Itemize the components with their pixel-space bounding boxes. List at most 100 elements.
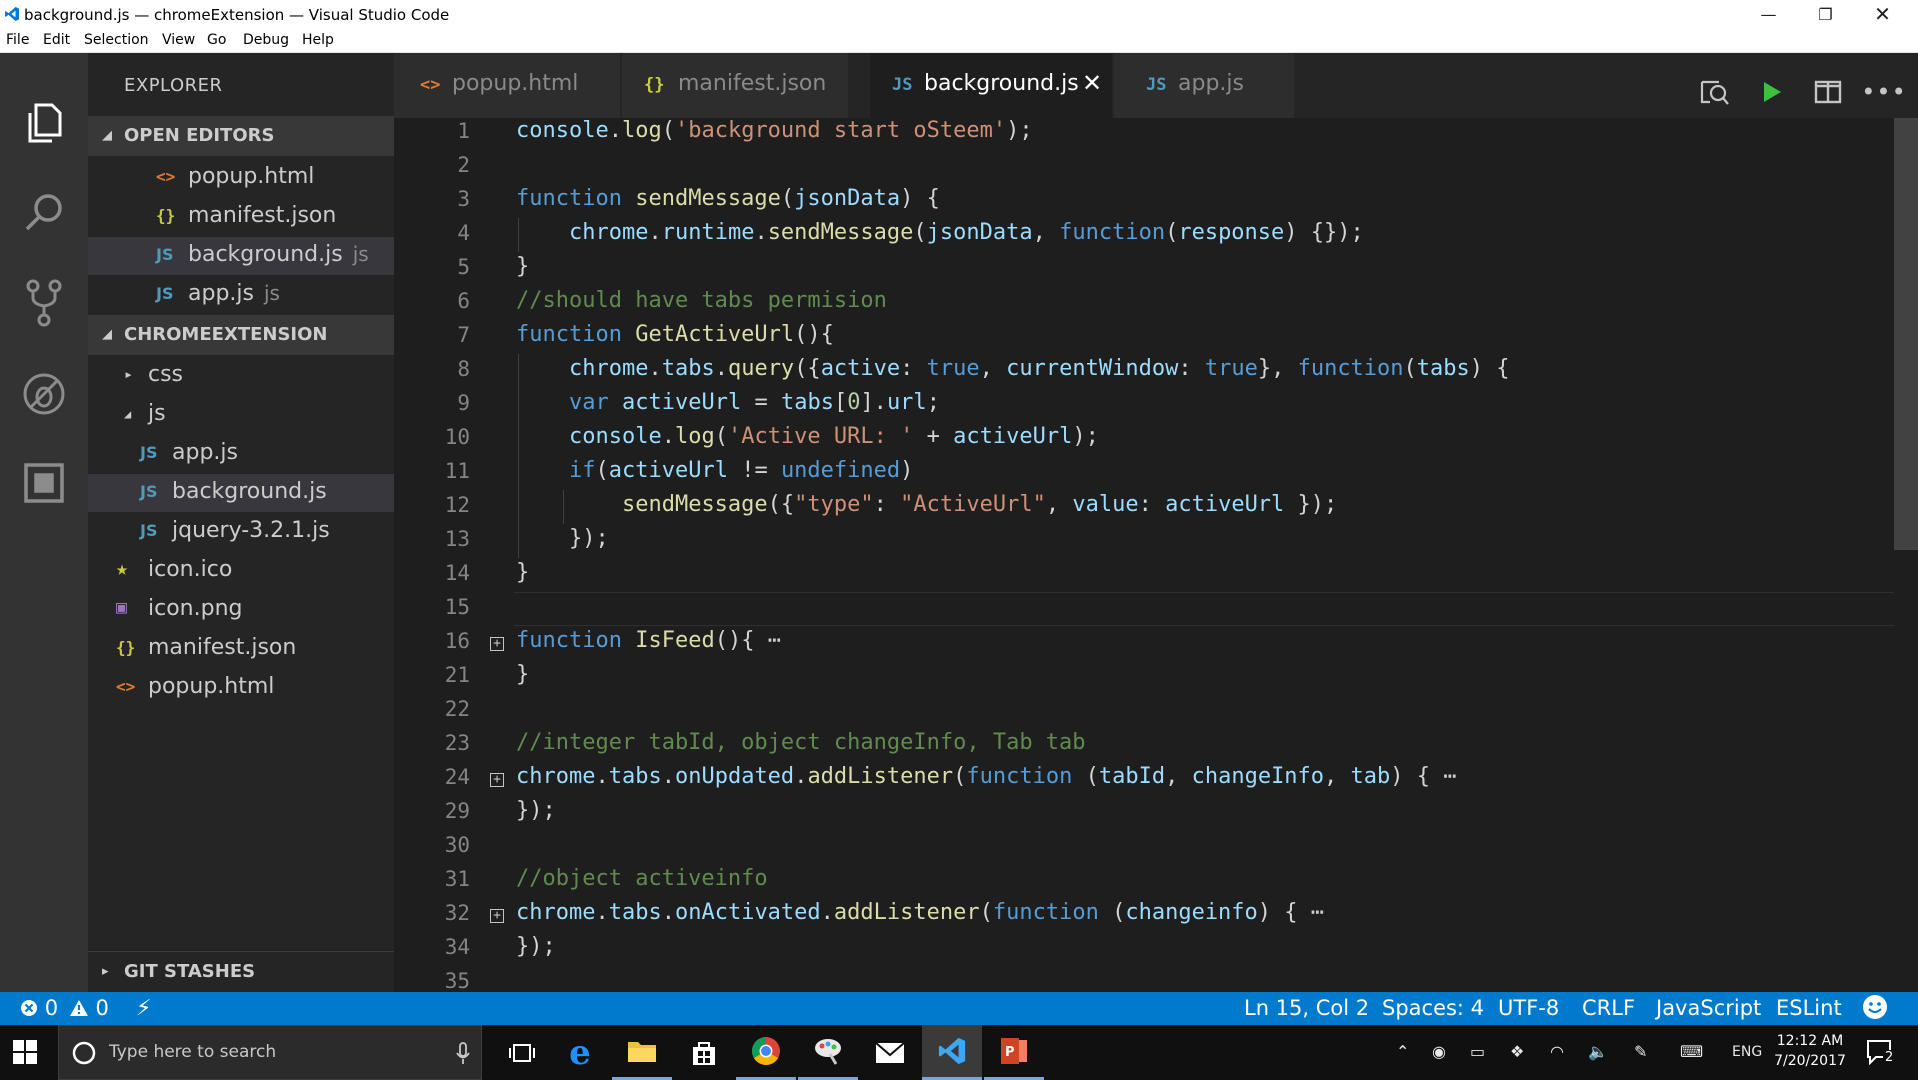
code-line[interactable]: 14} — [394, 558, 1894, 592]
keyboard-icon[interactable]: ⌨ — [1680, 1042, 1703, 1061]
show-hidden-icons-icon[interactable]: ⌃ — [1396, 1042, 1409, 1061]
source-control-icon[interactable] — [16, 275, 72, 331]
tree-file-popup-html[interactable]: <> popup.html — [88, 669, 394, 707]
vscode-taskbar-icon[interactable] — [922, 1025, 982, 1080]
debug-icon[interactable] — [16, 366, 72, 422]
chrome-icon[interactable] — [736, 1025, 796, 1080]
code-line[interactable]: 12 sendMessage({"type": "ActiveUrl", val… — [394, 490, 1894, 524]
code-line[interactable]: 7 function GetActiveUrl(){ — [394, 320, 1894, 354]
tree-file-app-js[interactable]: JS app.js — [88, 435, 394, 473]
code-line[interactable]: 31 //object activeinfo — [394, 864, 1894, 898]
code-line[interactable]: 30 — [394, 830, 1894, 864]
language-mode[interactable]: JavaScript — [1656, 996, 1761, 1020]
menu-edit[interactable]: Edit — [43, 32, 70, 48]
code-editor[interactable]: 1 console.log('background start oSteem');… — [394, 118, 1918, 992]
code-line[interactable]: 22 — [394, 694, 1894, 728]
fold-expand-icon[interactable]: + — [490, 637, 504, 651]
tab-popup-html[interactable]: <> popup.html — [394, 53, 620, 118]
split-editor-icon[interactable] — [1808, 72, 1848, 112]
indentation-setting[interactable]: Spaces: 4 — [1382, 996, 1484, 1020]
code-line[interactable]: 11 if(activeUrl != undefined) — [394, 456, 1894, 490]
code-line[interactable]: 23 //integer tabId, object changeInfo, Ta… — [394, 728, 1894, 762]
open-editor-manifest-json[interactable]: {} manifest.json — [88, 198, 394, 236]
close-tab-icon[interactable]: ✕ — [1082, 69, 1102, 97]
code-line[interactable]: 16 + function IsFeed(){ ⋯ — [394, 626, 1894, 660]
encoding-setting[interactable]: UTF-8 — [1498, 996, 1559, 1020]
powerpoint-icon[interactable]: P — [984, 1025, 1044, 1080]
tree-file-icon-png[interactable]: ▣ icon.png — [88, 591, 394, 629]
lightning-icon[interactable]: ⚡ — [136, 996, 151, 1021]
code-line[interactable]: 29}); — [394, 796, 1894, 830]
open-preview-icon[interactable] — [1694, 72, 1734, 112]
feedback-smiley-icon[interactable] — [1862, 994, 1888, 1025]
vertical-scrollbar[interactable] — [1894, 118, 1918, 992]
code-line[interactable]: 21} — [394, 660, 1894, 694]
wifi-icon[interactable]: ◠ — [1550, 1042, 1564, 1061]
fold-expand-icon[interactable]: + — [490, 909, 504, 923]
folded-ellipsis-icon[interactable]: ⋯ — [1430, 764, 1456, 789]
code-line[interactable]: 35 — [394, 966, 1894, 992]
menu-go[interactable]: Go — [207, 32, 226, 48]
scrollbar-thumb[interactable] — [1894, 118, 1918, 550]
tree-folder-css[interactable]: ▸ css — [88, 357, 394, 395]
taskbar-search-box[interactable]: Type here to search — [58, 1025, 482, 1080]
problems-indicator[interactable]: 0 0 — [20, 996, 109, 1020]
fold-expand-icon[interactable]: + — [490, 773, 504, 787]
taskbar-clock[interactable]: 12:12 AM 7/20/2017 — [1770, 1031, 1850, 1071]
minimize-button[interactable]: — — [1740, 0, 1797, 29]
folded-ellipsis-icon[interactable]: ⋯ — [754, 628, 781, 653]
mail-icon[interactable] — [860, 1025, 920, 1080]
edge-icon[interactable]: e — [550, 1025, 610, 1080]
menu-view[interactable]: View — [162, 32, 195, 48]
code-line[interactable]: 15 — [394, 592, 1894, 626]
open-editor-popup-html[interactable]: <> popup.html — [88, 159, 394, 197]
extensions-icon[interactable] — [16, 455, 72, 511]
record-icon[interactable]: ◉ — [1432, 1042, 1446, 1061]
project-header[interactable]: ◢ CHROMEEXTENSION — [88, 315, 394, 355]
menu-selection[interactable]: Selection — [84, 32, 149, 48]
battery-icon[interactable]: ▭ — [1470, 1042, 1485, 1061]
menu-file[interactable]: File — [6, 32, 29, 48]
volume-icon[interactable]: 🔈 — [1588, 1042, 1608, 1061]
notifications-icon[interactable]: 2 — [1866, 1039, 1896, 1067]
tab-background-js[interactable]: JS background.js ✕ — [870, 53, 1112, 118]
code-line[interactable]: 32 + chrome.tabs.onActivated.addListener(f… — [394, 898, 1894, 932]
tree-file-icon-ico[interactable]: ★ icon.ico — [88, 552, 394, 590]
store-icon[interactable] — [674, 1025, 734, 1080]
tab-app-js[interactable]: JS app.js — [1114, 53, 1294, 118]
code-line[interactable]: 6 //should have tabs permision — [394, 286, 1894, 320]
code-line[interactable]: 9 var activeUrl = tabs[0].url; — [394, 388, 1894, 422]
run-icon[interactable] — [1752, 72, 1792, 112]
cursor-position[interactable]: Ln 15, Col 2 — [1244, 996, 1369, 1020]
eol-setting[interactable]: CRLF — [1582, 996, 1635, 1020]
tree-folder-js[interactable]: ◢ js — [88, 396, 394, 434]
code-line[interactable]: 3 function sendMessage(jsonData) { — [394, 184, 1894, 218]
explorer-icon[interactable] — [16, 95, 72, 151]
paint-icon[interactable] — [798, 1025, 858, 1080]
microphone-icon[interactable] — [455, 1042, 471, 1066]
code-line[interactable]: 10 console.log('Active URL: ' + activeUr… — [394, 422, 1894, 456]
open-editors-header[interactable]: ◢ OPEN EDITORS — [88, 116, 394, 156]
search-icon[interactable] — [16, 185, 72, 241]
task-view-icon[interactable] — [492, 1025, 552, 1080]
menu-help[interactable]: Help — [302, 32, 334, 48]
menu-debug[interactable]: Debug — [243, 32, 289, 48]
code-line[interactable]: 34}); — [394, 932, 1894, 966]
open-editor-app-js[interactable]: JS app.js js — [88, 276, 394, 314]
restore-button[interactable]: ❐ — [1797, 0, 1854, 29]
tab-manifest-json[interactable]: {} manifest.json — [622, 53, 848, 118]
code-line[interactable]: 5} — [394, 252, 1894, 286]
open-editor-background-js[interactable]: JS background.js js — [88, 237, 394, 275]
dropbox-icon[interactable]: ❖ — [1510, 1042, 1524, 1061]
close-window-button[interactable]: ✕ — [1854, 0, 1911, 29]
code-line[interactable]: 4 chrome.runtime.sendMessage(jsonData, f… — [394, 218, 1894, 252]
tree-file-jquery-js[interactable]: JS jquery-3.2.1.js — [88, 513, 394, 551]
pen-icon[interactable]: ✎ — [1634, 1042, 1647, 1061]
tree-file-manifest-json[interactable]: {} manifest.json — [88, 630, 394, 668]
windows-start-icon[interactable] — [12, 1039, 38, 1069]
git-stashes-header[interactable]: ▸ GIT STASHES — [88, 951, 394, 991]
language-indicator[interactable]: ENG — [1732, 1044, 1762, 1060]
code-line[interactable]: 2 — [394, 150, 1894, 184]
eslint-status[interactable]: ESLint — [1776, 996, 1842, 1020]
more-actions-icon[interactable]: ••• — [1861, 72, 1905, 112]
